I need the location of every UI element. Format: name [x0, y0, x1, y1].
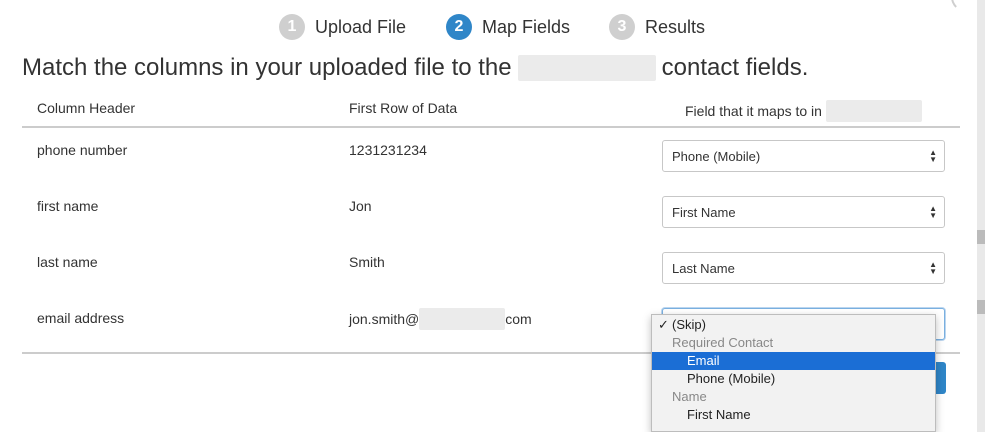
redacted-app-name [825, 100, 922, 122]
select-arrows-icon: ▲▼ [929, 260, 937, 276]
redacted-app-name [517, 55, 656, 81]
row-first-data: Jon [349, 198, 372, 214]
dropdown-option-skip[interactable]: ✓ (Skip) [652, 316, 935, 334]
first-row-heading: First Row of Data [349, 100, 458, 116]
row-column-header: phone number [37, 142, 128, 158]
email-suffix: com [505, 311, 532, 327]
step-label: Map Fields [482, 16, 571, 37]
page-title-suffix: contact fields. [661, 54, 809, 81]
select-value: Phone (Mobile) [672, 148, 761, 164]
checkmark-icon: ✓ [658, 317, 669, 332]
edge-mark [977, 230, 985, 244]
dropdown-option-email[interactable]: Email [652, 352, 935, 370]
step-number: 1 [279, 14, 305, 40]
table-header-divider [22, 126, 960, 128]
window-edge [977, 0, 985, 432]
step-label: Results [645, 16, 706, 37]
step-number: 2 [446, 14, 472, 40]
select-value: First Name [672, 204, 736, 220]
select-arrows-icon: ▲▼ [929, 204, 937, 220]
page-title-prefix: Match the columns in your uploaded file … [22, 54, 512, 81]
step-number: 3 [609, 14, 635, 40]
dropdown-option-phone-mobile[interactable]: Phone (Mobile) [652, 370, 935, 388]
dropdown-group-required-contact: Required Contact [672, 335, 774, 350]
field-mapping-heading: Field that it maps to in [685, 100, 922, 122]
row-first-data: Smith [349, 254, 385, 270]
row-column-header: first name [37, 198, 99, 214]
field-select-last-name[interactable]: Last Name ▲ ▼ [662, 252, 945, 284]
row-column-header: email address [37, 310, 125, 326]
select-arrows-icon: ▲▼ [929, 148, 937, 164]
email-prefix: jon.smith@ [349, 311, 420, 327]
column-header-heading: Column Header [37, 100, 136, 116]
step-label: Upload File [315, 16, 407, 37]
row-column-header: last name [37, 254, 98, 270]
field-mapping-heading-text: Field that it maps to in [685, 103, 822, 119]
field-dropdown-menu: ✓ (Skip) Required Contact Email Phone (M… [651, 314, 936, 432]
step-map-fields[interactable]: 2 Map Fields [446, 12, 570, 42]
dropdown-option-first-name[interactable]: First Name [652, 406, 935, 424]
redacted-email-domain [419, 308, 506, 330]
row-first-data: 1231231234 [349, 142, 427, 158]
edge-mark [977, 300, 985, 314]
step-upload-file[interactable]: 1 Upload File [279, 12, 406, 42]
option-label: (Skip) [672, 317, 706, 332]
step-results[interactable]: 3 Results [609, 12, 705, 42]
page-title: Match the columns in your uploaded file … [22, 54, 808, 82]
wizard-steps: 1 Upload File 2 Map Fields 3 Results [0, 12, 985, 42]
dropdown-group-name: Name [672, 389, 707, 404]
field-select-phone-number[interactable]: Phone (Mobile) ▲ ▼ [662, 140, 945, 172]
next-button[interactable] [936, 362, 946, 394]
row-first-data: jon.smith@ com [349, 308, 532, 330]
field-select-first-name[interactable]: First Name ▲ ▼ [662, 196, 945, 228]
select-value: Last Name [672, 260, 735, 276]
